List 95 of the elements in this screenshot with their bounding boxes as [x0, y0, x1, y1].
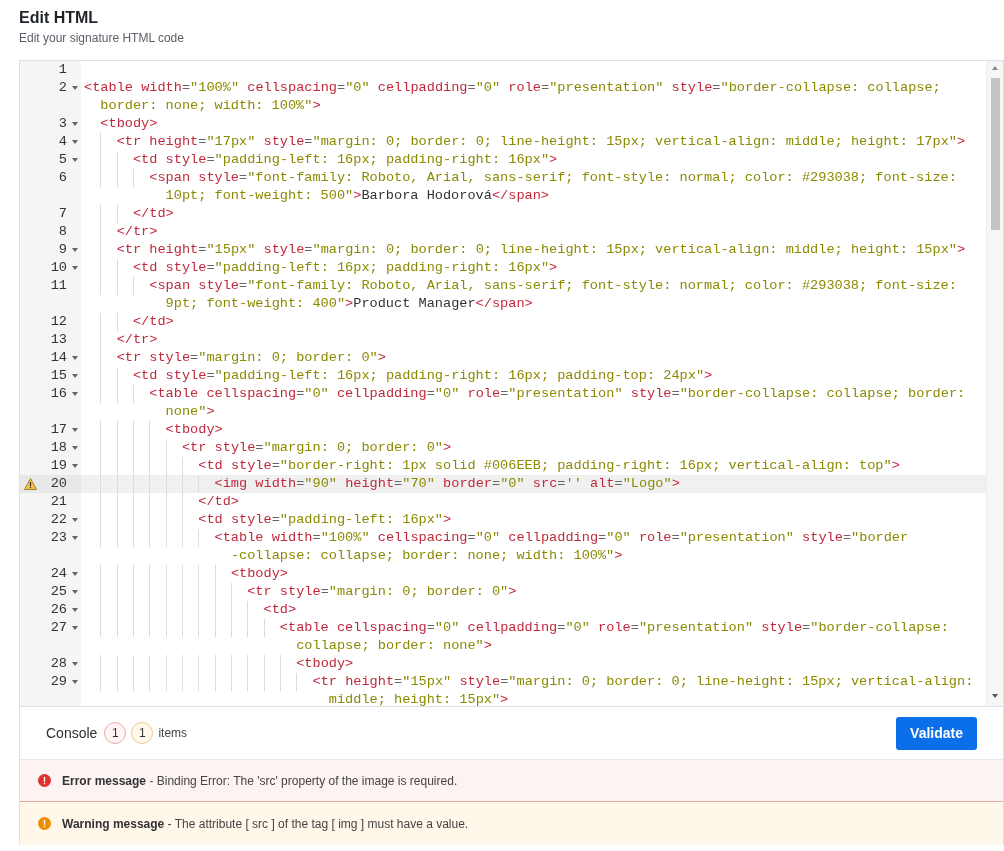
line-number: 27 [49, 619, 67, 637]
fold-caret-icon[interactable] [72, 626, 78, 630]
fold-caret-icon[interactable] [72, 86, 78, 90]
fold-caret-icon[interactable] [72, 680, 78, 684]
code-line: collapse; border: none"> [296, 638, 492, 653]
code-line: <td style="padding-left: 16px; padding-right: 16px"> [132, 260, 558, 275]
line-number: 20 [49, 475, 67, 493]
fold-caret-icon[interactable] [72, 590, 78, 594]
code-line: <td> [263, 602, 297, 617]
line-number: 3 [57, 115, 67, 133]
line-number: 10 [49, 259, 67, 277]
code-line: <tr height="15px" style="margin: 0; border: 0; line-height: 15px; vertical-align: [312, 674, 974, 689]
code-line: </tr> [116, 224, 158, 239]
fold-caret-icon[interactable] [72, 140, 78, 144]
code-line: <table cellspacing="0" cellpadding="0" role="presentation" style="border-collapse: collapse; border: [149, 386, 966, 401]
fold-caret-icon[interactable] [72, 608, 78, 612]
line-number: 19 [49, 457, 67, 475]
code-line: <span style="font-family: Roboto, Arial, sans-serif; font-style: normal; color: #293038; font-size: [149, 170, 957, 185]
code-line: <table cellspacing="0" cellpadding="0" role="presentation" style="border-collapse: [279, 620, 949, 635]
line-number: 14 [49, 349, 67, 367]
line-number: 1 [57, 61, 67, 79]
code-line: <span style="font-family: Roboto, Arial, sans-serif; font-style: normal; color: #293038; font-size: [149, 278, 957, 293]
line-number: 22 [49, 511, 67, 529]
code-line: <img width="90" height="70" border="0" src='' alt="Logo"> [214, 476, 680, 491]
fold-caret-icon[interactable] [72, 662, 78, 666]
message-text: Error message - Binding Error: The 'src' property of the image is required. [62, 773, 458, 788]
line-number: 24 [49, 565, 67, 583]
code-line: none"> [165, 404, 215, 419]
line-number: 13 [49, 331, 67, 349]
line-number: 5 [57, 151, 67, 169]
code-line: <table width="100%" cellspacing="0" cellpadding="0" role="presentation" style="border [214, 530, 909, 545]
fold-caret-icon[interactable] [72, 464, 78, 468]
fold-caret-icon[interactable] [72, 158, 78, 162]
code-line: </td> [198, 494, 240, 509]
line-number: 29 [49, 673, 67, 691]
line-number: 6 [57, 169, 67, 187]
warning-count-badge: 1 [131, 722, 154, 744]
code-line: <tr height="15px" style="margin: 0; border: 0; line-height: 15px; vertical-align: middle; height: 15px"> [116, 242, 966, 257]
code-line: </td> [132, 206, 174, 221]
line-number: 12 [49, 313, 67, 331]
code-line: -collapse: collapse; border: none; width: 100%"> [230, 548, 623, 563]
line-number: 4 [57, 133, 67, 151]
line-number: 8 [57, 223, 67, 241]
code-line: <tbody> [230, 566, 288, 581]
fold-caret-icon[interactable] [72, 248, 78, 252]
code-line: middle; height: 15px"> [328, 692, 509, 706]
line-number: 9 [57, 241, 67, 259]
line-number: 15 [49, 367, 67, 385]
code-line: <td style="padding-left: 16px"> [198, 512, 452, 527]
validate-button[interactable]: Validate [896, 716, 977, 750]
page-title: Edit HTML [19, 8, 100, 28]
code-line: 9pt; font-weight: 400">Product Manager</span> [165, 296, 533, 311]
code-line: <tbody> [296, 656, 354, 671]
code-line: <td style="border-right: 1px solid #006EEB; padding-right: 16px; vertical-align: top"> [198, 458, 900, 473]
line-number: 23 [49, 529, 67, 547]
code-line: border: none; width: 100%"> [100, 98, 321, 113]
code-line: <td style="padding-left: 16px; padding-right: 16px"> [132, 152, 558, 167]
line-number: 16 [49, 385, 67, 403]
line-number: 7 [57, 205, 67, 223]
fold-caret-icon[interactable] [72, 374, 78, 378]
code-line: <tr style="margin: 0; border: 0"> [247, 584, 517, 599]
line-number: 21 [49, 493, 67, 511]
code-line: <tbody> [100, 116, 158, 131]
line-number: 28 [49, 655, 67, 673]
code-line: <tr style="margin: 0; border: 0"> [116, 350, 386, 365]
fold-caret-icon[interactable] [72, 122, 78, 126]
fold-caret-icon[interactable] [72, 428, 78, 432]
code-line: </tr> [116, 332, 158, 347]
code-line: <tbody> [165, 422, 223, 437]
fold-caret-icon[interactable] [72, 572, 78, 576]
line-number: 26 [49, 601, 67, 619]
code-line: </td> [132, 314, 174, 329]
fold-caret-icon[interactable] [72, 446, 78, 450]
fold-caret-icon[interactable] [72, 356, 78, 360]
line-number: 11 [49, 277, 67, 295]
fold-caret-icon[interactable] [72, 266, 78, 270]
console-label: Console [46, 725, 98, 741]
code-line: <tr height="17px" style="margin: 0; border: 0; line-height: 15px; vertical-align: middle; height: 17px"> [116, 134, 966, 149]
code-line: <td style="padding-left: 16px; padding-right: 16px; padding-top: 24px"> [132, 368, 713, 383]
warning-icon [38, 817, 51, 830]
page-subtitle: Edit your signature HTML code [19, 30, 185, 46]
line-number: 17 [49, 421, 67, 439]
line-number: 18 [49, 439, 67, 457]
error-icon [38, 774, 51, 787]
fold-caret-icon[interactable] [72, 518, 78, 522]
error-count-badge: 1 [104, 722, 127, 744]
fold-caret-icon[interactable] [72, 392, 78, 396]
line-number: 2 [57, 79, 67, 97]
message-text: Warning message - The attribute [ src ] of the tag [ img ] must have a value. [62, 816, 469, 831]
items-label: items [158, 726, 188, 740]
code-line: 10pt; font-weight: 500">Barbora Hodorová</span> [165, 188, 550, 203]
line-number: 25 [49, 583, 67, 601]
fold-caret-icon[interactable] [72, 536, 78, 540]
code-line: <tr style="margin: 0; border: 0"> [181, 440, 452, 455]
code-line: <table width="100%" cellspacing="0" cellpadding="0" role="presentation" style="border-collapse: collapse; [84, 80, 941, 95]
